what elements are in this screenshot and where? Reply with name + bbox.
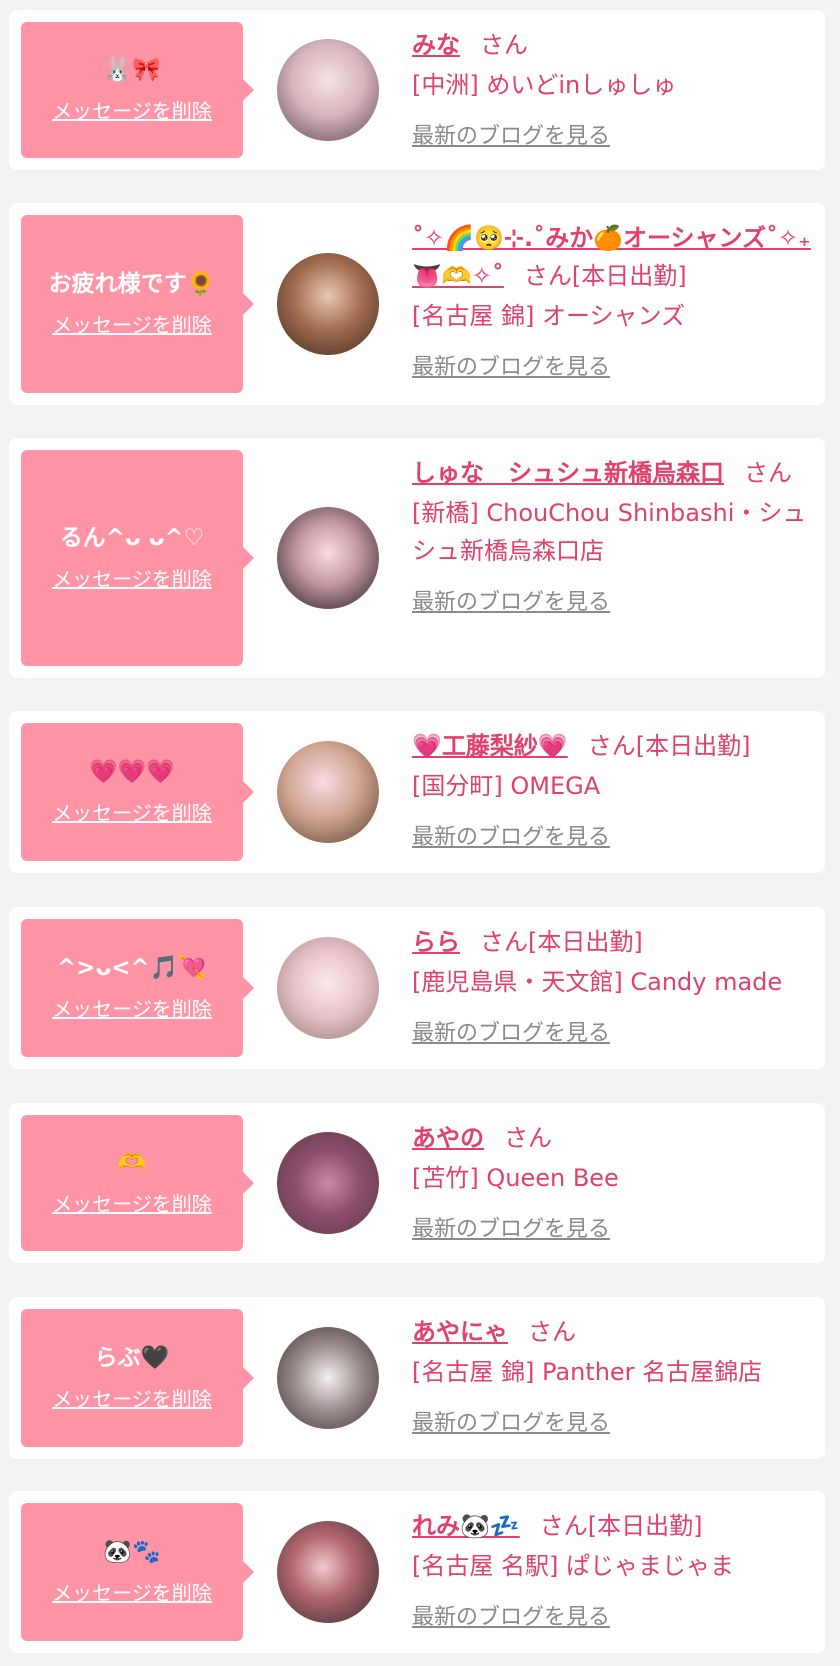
avatar[interactable] bbox=[277, 39, 379, 141]
honorific-label: さん bbox=[744, 459, 792, 487]
name-line: あやにゃ さん bbox=[412, 1313, 811, 1351]
delete-message-link[interactable]: メッセージを削除 bbox=[52, 309, 212, 338]
message-text: 💗💗💗 bbox=[89, 759, 175, 786]
cast-info: あやにゃ さん [名古屋 錦] Panther 名古屋錦店 最新のブログを見る bbox=[412, 1313, 811, 1437]
name-line: 💗工藤梨紗💗 さん[本日出勤] bbox=[412, 727, 811, 765]
shop-label: [中洲] めいどinしゅしゅ bbox=[412, 71, 677, 99]
message-card: 💗💗💗 メッセージを削除 💗工藤梨紗💗 さん[本日出勤] [国分町] OMEGA … bbox=[9, 711, 825, 873]
message-card: お疲れ様です🌻 メッセージを削除 ˚✧🌈🥺⊹.˚みか🍊オーシャンズ˚✧₊👅🫶✧˚… bbox=[9, 203, 825, 405]
message-text: 🫶 bbox=[117, 1150, 147, 1177]
message-text: るん^ᴗ ᴗ^♡ bbox=[59, 525, 205, 552]
delete-message-link[interactable]: メッセージを削除 bbox=[52, 1577, 212, 1606]
message-text: お疲れ様です🌻 bbox=[48, 271, 216, 298]
honorific-label: さん[本日出勤] bbox=[587, 732, 751, 760]
latest-blog-link[interactable]: 最新のブログを見る bbox=[412, 349, 610, 381]
cast-name-link[interactable]: みな bbox=[412, 31, 460, 59]
name-line: ˚✧🌈🥺⊹.˚みか🍊オーシャンズ˚✧₊👅🫶✧˚ さん[本日出勤] bbox=[412, 219, 811, 295]
message-bubble: 💗💗💗 メッセージを削除 bbox=[21, 723, 254, 861]
cast-info: 💗工藤梨紗💗 さん[本日出勤] [国分町] OMEGA 最新のブログを見る bbox=[412, 727, 811, 851]
cast-info: みな さん [中洲] めいどinしゅしゅ 最新のブログを見る bbox=[412, 26, 811, 150]
message-card: 🐼🐾 メッセージを削除 れみ🐼💤 さん[本日出勤] [名古屋 名駅] ぱじゃまじゃ… bbox=[9, 1491, 825, 1653]
delete-message-link[interactable]: メッセージを削除 bbox=[52, 993, 212, 1022]
message-card: ^>ᴗ<^🎵💘 メッセージを削除 らら さん[本日出勤] [鹿児島県・天文館] C… bbox=[9, 907, 825, 1069]
avatar[interactable] bbox=[277, 1327, 379, 1429]
avatar[interactable] bbox=[277, 741, 379, 843]
honorific-label: さん[本日出勤] bbox=[539, 1512, 703, 1540]
latest-blog-link[interactable]: 最新のブログを見る bbox=[412, 118, 610, 150]
message-bubble: 🐰🎀 メッセージを削除 bbox=[21, 22, 254, 158]
shop-label: [鹿児島県・天文館] Candy made bbox=[412, 968, 783, 996]
name-line: みな さん bbox=[412, 26, 811, 64]
shop-label: [新橋] ChouChou Shinbashi・シュシュ新橋烏森口店 bbox=[412, 499, 807, 565]
avatar[interactable] bbox=[277, 253, 379, 355]
delete-message-link[interactable]: メッセージを削除 bbox=[52, 95, 212, 124]
cast-name-link[interactable]: あやの bbox=[412, 1124, 484, 1152]
cast-name-link[interactable]: れみ🐼💤 bbox=[412, 1512, 520, 1540]
honorific-label: さん[本日出勤] bbox=[523, 262, 687, 290]
message-list: 🐰🎀 メッセージを削除 みな さん [中洲] めいどinしゅしゅ 最新のブログを見… bbox=[0, 0, 840, 1666]
message-bubble: 🐼🐾 メッセージを削除 bbox=[21, 1503, 254, 1641]
latest-blog-link[interactable]: 最新のブログを見る bbox=[412, 1405, 610, 1437]
delete-message-link[interactable]: メッセージを削除 bbox=[52, 1383, 212, 1412]
honorific-label: さん bbox=[480, 31, 528, 59]
latest-blog-link[interactable]: 最新のブログを見る bbox=[412, 584, 610, 616]
cast-name-link[interactable]: 💗工藤梨紗💗 bbox=[412, 732, 568, 760]
latest-blog-link[interactable]: 最新のブログを見る bbox=[412, 1015, 610, 1047]
message-card: 🐰🎀 メッセージを削除 みな さん [中洲] めいどinしゅしゅ 最新のブログを見… bbox=[9, 10, 825, 170]
shop-label: [名古屋 錦] Panther 名古屋錦店 bbox=[412, 1358, 763, 1386]
delete-message-link[interactable]: メッセージを削除 bbox=[52, 563, 212, 592]
name-line: れみ🐼💤 さん[本日出勤] bbox=[412, 1507, 811, 1545]
cast-info: れみ🐼💤 さん[本日出勤] [名古屋 名駅] ぱじゃまじゃま 最新のブログを見る bbox=[412, 1507, 811, 1631]
message-text: ^>ᴗ<^🎵💘 bbox=[56, 955, 208, 982]
message-bubble: ^>ᴗ<^🎵💘 メッセージを削除 bbox=[21, 919, 254, 1057]
cast-name-link[interactable]: しゅな シュシュ新橋烏森口 bbox=[412, 459, 724, 487]
honorific-label: さん bbox=[504, 1124, 552, 1152]
message-bubble: 🫶 メッセージを削除 bbox=[21, 1115, 254, 1251]
message-card: らぶ🖤 メッセージを削除 あやにゃ さん [名古屋 錦] Panther 名古屋錦… bbox=[9, 1297, 825, 1459]
cast-info: ˚✧🌈🥺⊹.˚みか🍊オーシャンズ˚✧₊👅🫶✧˚ さん[本日出勤] [名古屋 錦] … bbox=[412, 219, 811, 381]
honorific-label: さん bbox=[528, 1318, 576, 1346]
avatar[interactable] bbox=[277, 1132, 379, 1234]
avatar[interactable] bbox=[277, 507, 379, 609]
latest-blog-link[interactable]: 最新のブログを見る bbox=[412, 819, 610, 851]
shop-label: [国分町] OMEGA bbox=[412, 772, 601, 800]
cast-info: らら さん[本日出勤] [鹿児島県・天文館] Candy made 最新のブログを… bbox=[412, 923, 811, 1047]
message-text: 🐰🎀 bbox=[103, 57, 161, 84]
message-card: 🫶 メッセージを削除 あやの さん [苫竹] Queen Bee 最新のブログを見… bbox=[9, 1103, 825, 1263]
message-bubble: お疲れ様です🌻 メッセージを削除 bbox=[21, 215, 254, 393]
cast-info: あやの さん [苫竹] Queen Bee 最新のブログを見る bbox=[412, 1119, 811, 1243]
name-line: らら さん[本日出勤] bbox=[412, 923, 811, 961]
shop-label: [苫竹] Queen Bee bbox=[412, 1164, 619, 1192]
honorific-label: さん[本日出勤] bbox=[480, 928, 643, 956]
message-text: らぶ🖤 bbox=[94, 1345, 170, 1372]
cast-name-link[interactable]: らら bbox=[412, 928, 460, 956]
avatar[interactable] bbox=[277, 1521, 379, 1623]
message-bubble: らぶ🖤 メッセージを削除 bbox=[21, 1309, 254, 1447]
cast-name-link[interactable]: あやにゃ bbox=[412, 1318, 508, 1346]
latest-blog-link[interactable]: 最新のブログを見る bbox=[412, 1599, 610, 1631]
shop-label: [名古屋 名駅] ぱじゃまじゃま bbox=[412, 1552, 734, 1580]
delete-message-link[interactable]: メッセージを削除 bbox=[52, 1188, 212, 1217]
name-line: しゅな シュシュ新橋烏森口 さん bbox=[412, 454, 811, 492]
message-text: 🐼🐾 bbox=[103, 1539, 161, 1566]
shop-label: [名古屋 錦] オーシャンズ bbox=[412, 302, 686, 330]
name-line: あやの さん bbox=[412, 1119, 811, 1157]
latest-blog-link[interactable]: 最新のブログを見る bbox=[412, 1211, 610, 1243]
avatar[interactable] bbox=[277, 937, 379, 1039]
message-card: るん^ᴗ ᴗ^♡ メッセージを削除 しゅな シュシュ新橋烏森口 さん [新橋] C… bbox=[9, 438, 825, 678]
cast-info: しゅな シュシュ新橋烏森口 さん [新橋] ChouChou Shinbashi・… bbox=[412, 454, 811, 616]
message-bubble: るん^ᴗ ᴗ^♡ メッセージを削除 bbox=[21, 450, 254, 666]
delete-message-link[interactable]: メッセージを削除 bbox=[52, 797, 212, 826]
